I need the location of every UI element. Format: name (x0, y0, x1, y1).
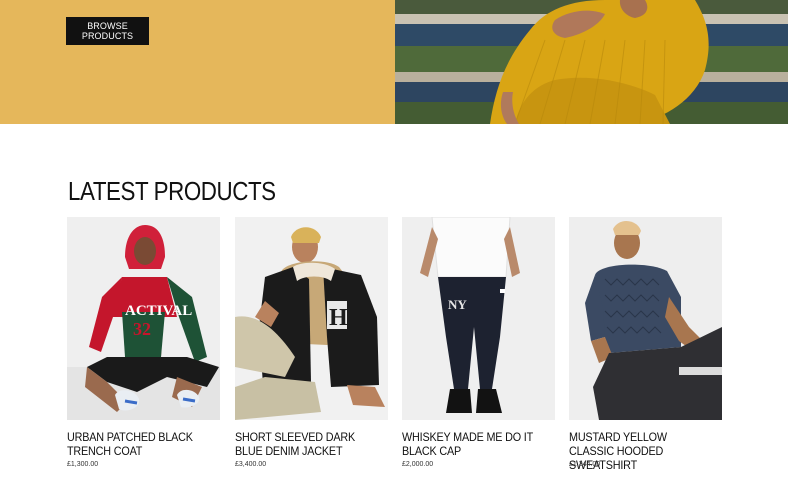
svg-text:ACTIVAL: ACTIVAL (125, 303, 192, 319)
product-image[interactable]: H (235, 217, 388, 420)
product-image[interactable]: ACTIVAL 32 (67, 217, 220, 420)
hero-image (395, 0, 788, 124)
product-image[interactable]: NY (402, 217, 555, 420)
hero-color-panel: BROWSE PRODUCTS (0, 0, 395, 124)
product-card[interactable]: ACTIVAL 32 URBAN PATCHED BLACK TRENCH CO… (67, 217, 220, 477)
hero-banner: BROWSE PRODUCTS (0, 0, 788, 124)
section-title: LATEST PRODUCTS (68, 176, 276, 206)
browse-products-button[interactable]: BROWSE PRODUCTS (66, 17, 149, 45)
product-name[interactable]: SHORT SLEEVED DARK BLUE DENIM JACKET (235, 430, 379, 458)
hero-photo-illustration (395, 0, 788, 124)
svg-text:32: 32 (133, 319, 151, 339)
product-image[interactable] (569, 217, 722, 420)
product-price: £1,344.00 (569, 461, 601, 468)
svg-text:NY: NY (448, 297, 467, 312)
product-price: £2,000.00 (402, 461, 434, 468)
product-card[interactable]: MUSTARD YELLOW CLASSIC HOODED SWEATSHIRT (569, 217, 722, 477)
product-price: £1,300.00 (67, 461, 99, 468)
product-card[interactable]: H SHORT SLEEVED DARK BLUE DENIM JACKET (235, 217, 388, 477)
product-name[interactable]: WHISKEY MADE ME DO IT BLACK CAP (402, 430, 546, 458)
product-name[interactable]: URBAN PATCHED BLACK TRENCH COAT (67, 430, 211, 458)
product-card[interactable]: NY WHISKEY MADE ME DO IT BLACK CAP (402, 217, 555, 477)
svg-text:H: H (329, 305, 348, 331)
product-price: £3,400.00 (235, 461, 267, 468)
product-grid: ACTIVAL 32 URBAN PATCHED BLACK TRENCH CO… (67, 217, 723, 477)
